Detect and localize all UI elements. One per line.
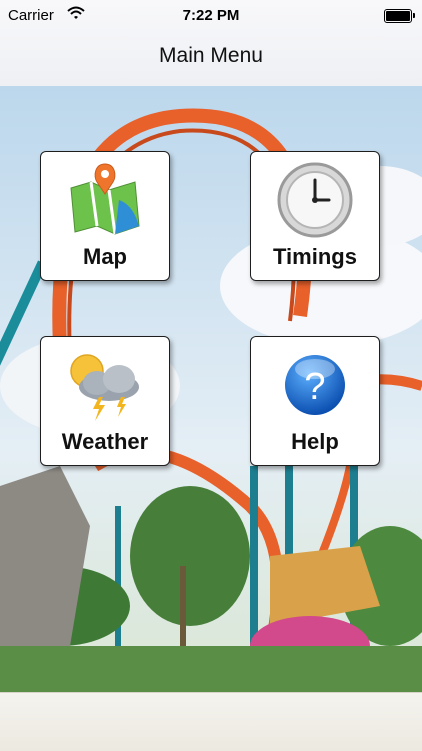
battery-icon: [384, 9, 415, 23]
map-button[interactable]: Map: [40, 151, 170, 281]
map-pin-icon: [41, 160, 169, 240]
clock-time: 7:22 PM: [182, 7, 240, 24]
map-label: Map: [83, 244, 127, 269]
svg-text:?: ?: [304, 366, 325, 408]
top-bar: Carrier 7:22 PM Main Menu: [0, 0, 422, 87]
timings-button[interactable]: Timings: [250, 151, 380, 281]
weather-button[interactable]: Weather: [40, 336, 170, 466]
timings-label: Timings: [273, 244, 357, 269]
storm-cloud-icon: [41, 345, 169, 425]
clock-icon: [251, 160, 379, 240]
weather-label: Weather: [61, 429, 149, 454]
bottom-bar: [0, 692, 422, 751]
question-mark-icon: ?: [251, 345, 379, 425]
help-label: Help: [291, 429, 339, 454]
page-title: Main Menu: [159, 44, 263, 67]
status-bar: Carrier 7:22 PM: [0, 0, 422, 30]
help-button[interactable]: ? Help: [250, 336, 380, 466]
